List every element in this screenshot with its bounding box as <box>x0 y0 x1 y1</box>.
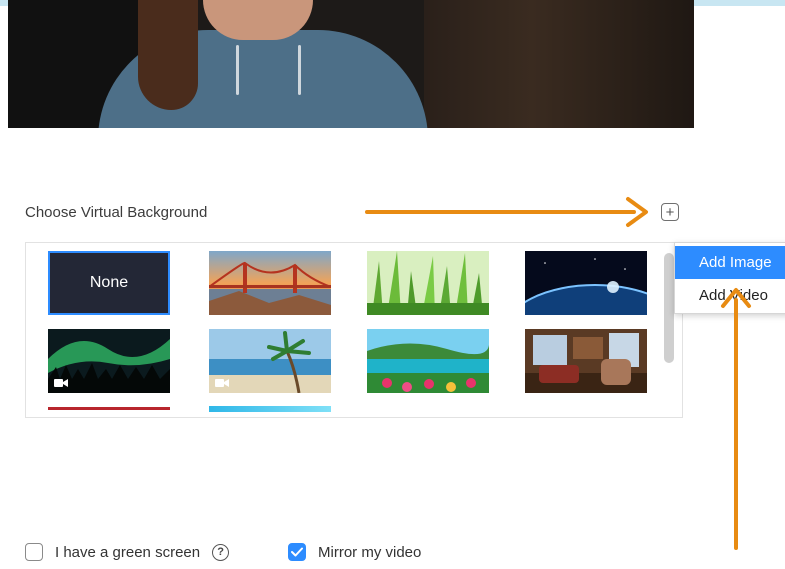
background-grid: None <box>25 242 683 418</box>
add-background-button[interactable]: + <box>661 203 679 221</box>
background-thumb-earth[interactable] <box>525 251 647 315</box>
mirror-label: Mirror my video <box>318 543 422 561</box>
background-thumb-beach[interactable] <box>209 329 331 393</box>
mirror-checkbox[interactable] <box>288 543 306 561</box>
menu-item-add-video[interactable]: Add Video <box>675 279 785 312</box>
background-thumb-blue[interactable] <box>209 403 331 417</box>
green-screen-label: I have a green screen <box>55 543 201 561</box>
grid-scrollbar[interactable] <box>664 253 674 363</box>
section-heading: Choose Virtual Background <box>25 204 208 221</box>
background-thumb-living-room[interactable] <box>525 329 647 393</box>
thumb-label: None <box>89 274 129 291</box>
background-thumb-sdsu[interactable] <box>48 403 170 417</box>
background-thumb-tropical[interactable] <box>367 329 489 393</box>
green-screen-option: I have a green screen ? <box>25 543 230 561</box>
check-icon <box>291 547 303 557</box>
background-thumb-none[interactable]: None <box>48 251 170 315</box>
camera-preview <box>8 0 694 128</box>
background-thumb-golden-gate[interactable] <box>209 251 331 315</box>
background-thumb-grass[interactable] <box>367 251 489 315</box>
video-camera-icon <box>215 379 229 387</box>
background-thumb-aurora[interactable] <box>48 329 170 393</box>
video-camera-icon <box>54 379 68 387</box>
add-background-menu: Add Image Add Video <box>674 242 785 314</box>
menu-item-add-image[interactable]: Add Image <box>675 246 785 279</box>
help-icon[interactable]: ? <box>212 543 230 561</box>
virtual-background-settings: Choose Virtual Background + None Add Ima… <box>0 0 785 569</box>
green-screen-checkbox[interactable] <box>25 543 43 561</box>
mirror-option: Mirror my video <box>288 543 421 561</box>
plus-icon: + <box>665 203 675 221</box>
